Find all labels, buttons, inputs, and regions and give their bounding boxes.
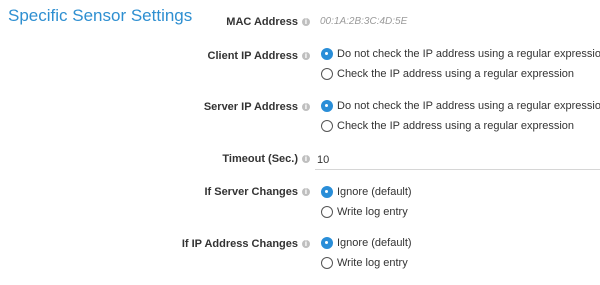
info-icon[interactable]: i <box>302 103 310 111</box>
server-ip-option-no-check-label: Do not check the IP address using a regu… <box>337 100 600 112</box>
radio-selected-icon[interactable] <box>321 100 333 112</box>
server-ip-label: Server IP Address i <box>204 101 310 113</box>
client-ip-option-no-check-label: Do not check the IP address using a regu… <box>337 48 600 60</box>
info-icon[interactable]: i <box>302 155 310 163</box>
client-ip-label-text: Client IP Address <box>207 50 298 62</box>
client-ip-label: Client IP Address i <box>208 50 310 62</box>
server-ip-option-check-label: Check the IP address using a regular exp… <box>337 120 575 132</box>
server-ip-option-check[interactable]: Check the IP address using a regular exp… <box>321 120 574 132</box>
client-ip-option-check[interactable]: Check the IP address using a regular exp… <box>321 68 574 80</box>
server-changes-option-log[interactable]: Write log entry <box>321 206 408 218</box>
ip-changes-label-text: If IP Address Changes <box>181 238 298 250</box>
radio-unselected-icon[interactable] <box>321 68 333 80</box>
timeout-label: Timeout (Sec.) i <box>222 153 310 165</box>
radio-unselected-icon[interactable] <box>321 206 333 218</box>
server-changes-option-log-label: Write log entry <box>337 206 408 218</box>
radio-unselected-icon[interactable] <box>321 257 333 269</box>
info-icon[interactable]: i <box>302 240 310 248</box>
radio-selected-icon[interactable] <box>321 48 333 60</box>
server-changes-option-ignore-label: Ignore (default) <box>337 186 412 198</box>
info-icon[interactable]: i <box>302 52 310 60</box>
server-changes-label: If Server Changes i <box>204 186 310 198</box>
client-ip-option-check-label: Check the IP address using a regular exp… <box>337 68 575 80</box>
mac-address-value: 00:1A:2B:3C:4D:5E <box>320 16 408 27</box>
radio-selected-icon[interactable] <box>321 186 333 198</box>
mac-address-label: MAC Address i <box>226 16 310 28</box>
info-icon[interactable]: i <box>302 18 310 26</box>
ip-changes-option-ignore-label: Ignore (default) <box>337 237 412 249</box>
server-ip-option-no-check[interactable]: Do not check the IP address using a regu… <box>321 100 600 112</box>
timeout-input[interactable] <box>315 150 600 170</box>
server-changes-option-ignore[interactable]: Ignore (default) <box>321 186 412 198</box>
ip-changes-option-log-label: Write log entry <box>337 257 408 269</box>
ip-changes-option-log[interactable]: Write log entry <box>321 257 408 269</box>
server-ip-label-text: Server IP Address <box>203 101 298 113</box>
server-changes-label-text: If Server Changes <box>204 186 298 198</box>
radio-unselected-icon[interactable] <box>321 120 333 132</box>
mac-address-label-text: MAC Address <box>226 16 298 28</box>
info-icon[interactable]: i <box>302 188 310 196</box>
timeout-label-text: Timeout (Sec.) <box>222 153 298 165</box>
client-ip-option-no-check[interactable]: Do not check the IP address using a regu… <box>321 48 600 60</box>
radio-selected-icon[interactable] <box>321 237 333 249</box>
section-title: Specific Sensor Settings <box>8 6 193 25</box>
ip-changes-option-ignore[interactable]: Ignore (default) <box>321 237 412 249</box>
ip-changes-label: If IP Address Changes i <box>182 238 310 250</box>
